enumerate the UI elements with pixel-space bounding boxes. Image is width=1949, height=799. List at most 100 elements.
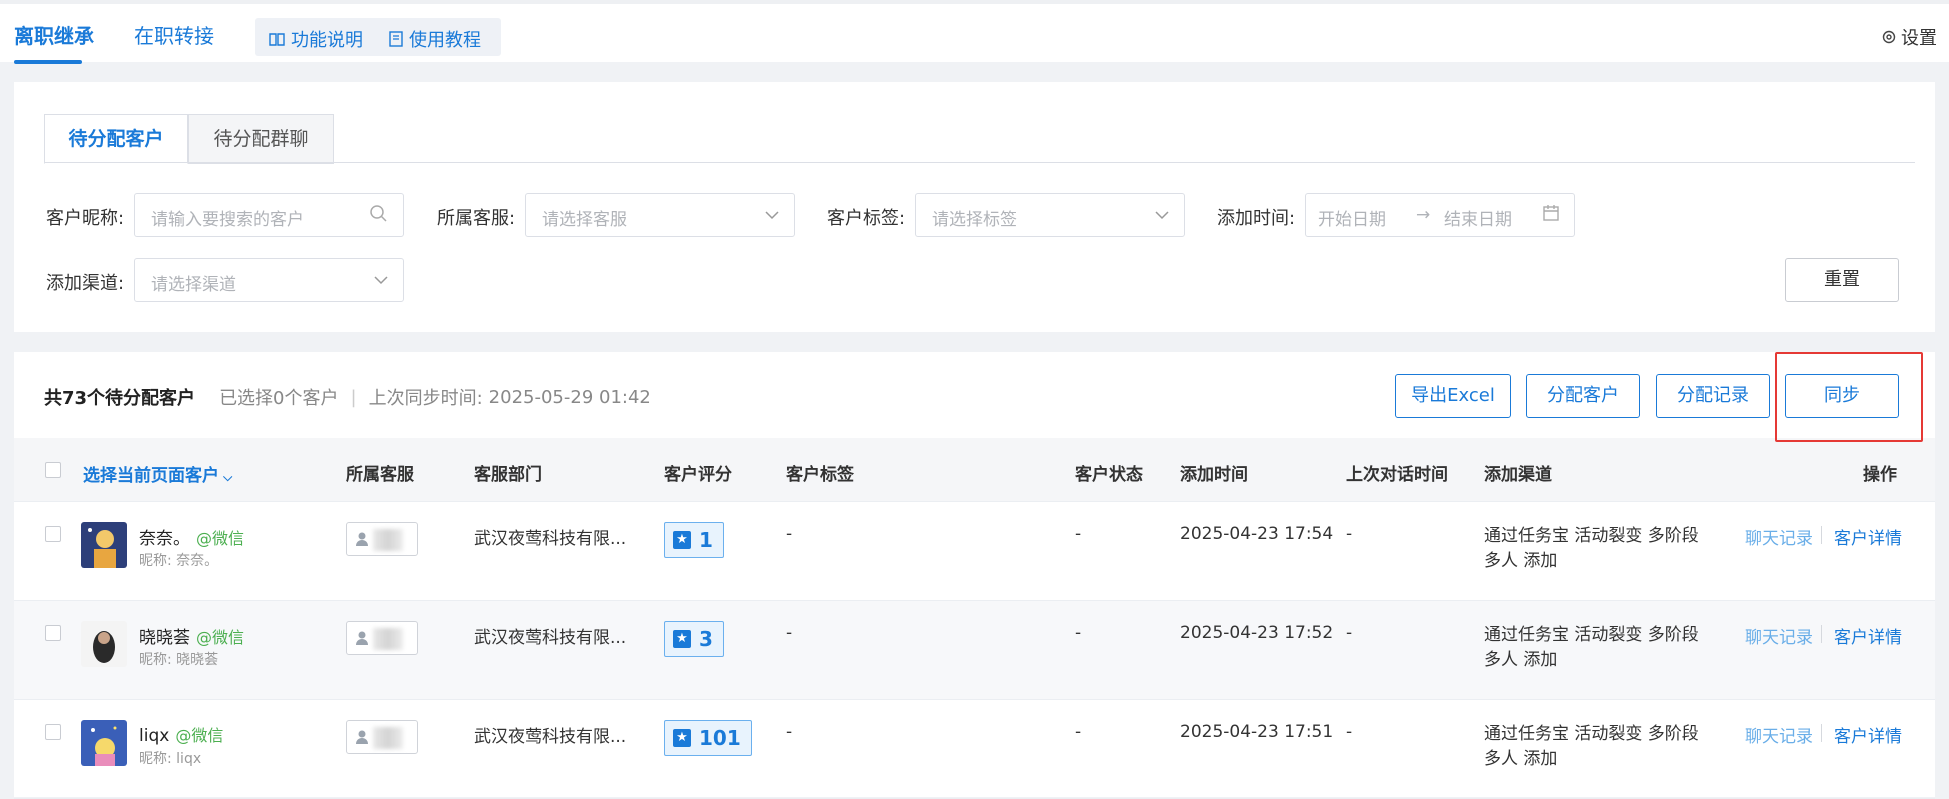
customer-name[interactable]: 晓晓荟 @微信 (139, 623, 244, 648)
agent-chip (346, 522, 418, 556)
tags-cell: - (786, 623, 793, 643)
customer-nickname: 昵称: liqx (139, 751, 202, 767)
channel-select[interactable]: 请选择渠道 (134, 258, 404, 302)
assign-records-button[interactable]: 分配记录 (1656, 374, 1770, 418)
add-time-label: 添加时间: (1217, 208, 1296, 229)
tutorial-link[interactable]: 使用教程 (389, 26, 481, 52)
row-checkbox[interactable] (45, 625, 61, 641)
add-time-cell: 2025-04-23 17:52 (1180, 623, 1334, 643)
customer-name-text: liqx (139, 726, 170, 746)
start-date-placeholder: 开始日期 (1318, 210, 1386, 230)
sub-tab-divider (44, 162, 1915, 163)
star-icon: ★ (673, 729, 691, 747)
search-icon (370, 205, 387, 222)
tags-select[interactable]: 请选择标签 (915, 193, 1185, 237)
chevron-down-icon: ⌵ (219, 470, 233, 484)
table-row: liqx @微信 昵称: liqx 武汉夜莺科技有限... ★ 101 - - 20… (14, 700, 1935, 799)
customer-detail-link[interactable]: 客户详情 (1834, 623, 1902, 648)
chevron-down-icon (1155, 211, 1169, 220)
ops-divider (1821, 625, 1822, 643)
book-icon (269, 33, 285, 46)
customer-list-panel: 共73个待分配客户 已选择0个客户 | 上次同步时间: 2025-05-29 0… (14, 352, 1935, 799)
filter-panel: 待分配客户 待分配群聊 客户昵称: 请输入要搜索的客户 所属客服: 请选择客服 … (14, 82, 1935, 332)
reset-button[interactable]: 重置 (1785, 258, 1899, 302)
col-department: 客服部门 (474, 465, 542, 485)
col-last-chat: 上次对话时间 (1346, 465, 1448, 485)
customer-nickname-label: 客户昵称: (46, 208, 125, 229)
tags-label: 客户标签: (827, 208, 906, 229)
tab-on-job-transfer[interactable]: 在职转接 (134, 20, 214, 49)
selected-count: 已选择0个客户 (219, 388, 339, 409)
person-icon (356, 631, 368, 645)
col-channel: 添加渠道 (1484, 465, 1552, 485)
tab-pending-customers[interactable]: 待分配客户 (44, 114, 188, 164)
tutorial-label: 使用教程 (409, 30, 481, 51)
add-time-cell: 2025-04-23 17:54 (1180, 524, 1334, 544)
agent-chip (346, 720, 418, 754)
tab-pending-groups[interactable]: 待分配群聊 (188, 114, 334, 164)
col-ops: 操作 (1863, 465, 1897, 485)
date-range-picker[interactable]: 开始日期 → 结束日期 (1305, 193, 1575, 237)
feature-description-link[interactable]: 功能说明 (269, 26, 363, 52)
star-icon: ★ (673, 531, 691, 549)
table-header: 选择当前页面客户 ⌵ 所属客服 客服部门 客户评分 客户标签 客户状态 添加时间… (14, 438, 1935, 502)
customer-name-text: 奈奈。 (139, 529, 190, 549)
row-checkbox[interactable] (45, 526, 61, 542)
ops-divider (1821, 526, 1822, 544)
wechat-source: @微信 (175, 726, 224, 745)
channel-cell: 通过任务宝 活动裂变 多阶段多人 添加 (1484, 625, 1699, 670)
pending-count: 共73个待分配客户 (44, 388, 196, 409)
chat-records-link[interactable]: 聊天记录 (1745, 524, 1813, 549)
chat-records-link[interactable]: 聊天记录 (1745, 623, 1813, 648)
select-all-checkbox[interactable] (45, 462, 61, 478)
channel-placeholder: 请选择渠道 (151, 275, 236, 295)
add-time-cell: 2025-04-23 17:51 (1180, 722, 1334, 742)
customer-name[interactable]: liqx @微信 (139, 722, 223, 746)
assign-customers-button[interactable]: 分配客户 (1526, 374, 1640, 418)
channel-label: 添加渠道: (46, 273, 125, 294)
redacted-agent-name (373, 727, 403, 749)
customer-detail-link[interactable]: 客户详情 (1834, 722, 1902, 747)
col-score: 客户评分 (664, 465, 732, 485)
score-value: 1 (699, 528, 713, 552)
gear-icon (1882, 30, 1896, 44)
wechat-source: @微信 (196, 628, 245, 647)
agent-placeholder: 请选择客服 (542, 210, 627, 230)
settings-label: 设置 (1901, 28, 1937, 49)
score-badge: ★ 101 (664, 720, 752, 756)
help-links-group: 功能说明 使用教程 (255, 18, 501, 56)
customer-search-placeholder: 请输入要搜索的客户 (151, 210, 304, 230)
agent-chip (346, 621, 418, 655)
end-date-placeholder: 结束日期 (1444, 210, 1512, 230)
col-add-time: 添加时间 (1180, 465, 1248, 485)
date-range-arrow: → (1416, 205, 1431, 225)
feature-description-label: 功能说明 (291, 30, 363, 51)
row-checkbox[interactable] (45, 724, 61, 740)
status-cell: - (1075, 722, 1082, 742)
select-page-dropdown[interactable]: 选择当前页面客户 ⌵ (83, 461, 232, 486)
settings-button[interactable]: 设置 (1881, 24, 1937, 50)
customer-nickname: 昵称: 晓晓荟 (139, 652, 219, 668)
agent-label: 所属客服: (437, 208, 516, 229)
agent-select[interactable]: 请选择客服 (525, 193, 795, 237)
document-icon (389, 31, 403, 47)
last-sync-label: 上次同步时间: (368, 388, 483, 409)
active-tab-indicator (14, 60, 82, 64)
export-excel-button[interactable]: 导出Excel (1395, 374, 1511, 418)
score-badge: ★ 3 (664, 621, 724, 657)
department-cell: 武汉夜莺科技有限... (474, 529, 627, 549)
avatar (81, 522, 127, 568)
list-summary: 共73个待分配客户 已选择0个客户 | 上次同步时间: 2025-05-29 0… (44, 384, 651, 410)
select-page-label: 选择当前页面客户 (83, 466, 219, 486)
last-chat-cell: - (1346, 623, 1353, 643)
chat-records-link[interactable]: 聊天记录 (1745, 722, 1813, 747)
star-icon: ★ (673, 630, 691, 648)
tab-resigned-inheritance[interactable]: 离职继承 (14, 20, 94, 49)
customer-search-input[interactable]: 请输入要搜索的客户 (134, 193, 404, 237)
calendar-icon (1543, 205, 1559, 221)
customer-name-text: 晓晓荟 (139, 628, 190, 648)
tags-cell: - (786, 524, 793, 544)
customer-detail-link[interactable]: 客户详情 (1834, 524, 1902, 549)
channel-cell: 通过任务宝 活动裂变 多阶段多人 添加 (1484, 724, 1699, 769)
customer-name[interactable]: 奈奈。 @微信 (139, 524, 244, 549)
